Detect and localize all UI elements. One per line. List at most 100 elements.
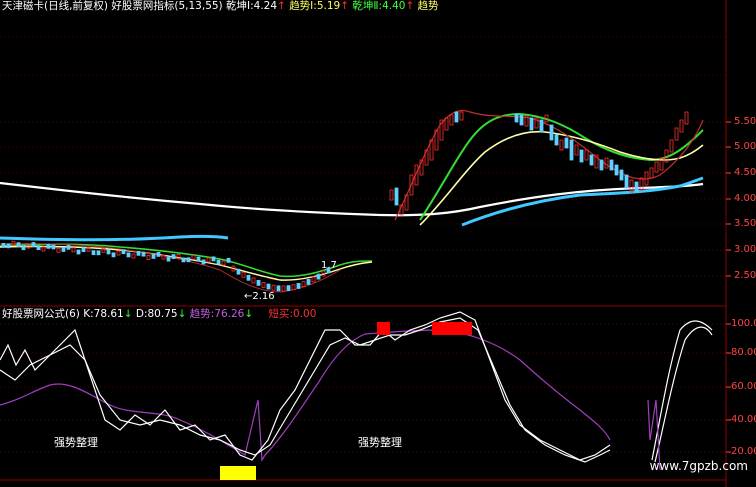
candle (171, 254, 176, 260)
candle (1, 243, 6, 248)
candle (529, 117, 534, 131)
candle (589, 154, 594, 166)
axis-label-450: 4.50 (734, 167, 756, 178)
candle (306, 279, 311, 285)
candle (81, 247, 86, 253)
t1-value: 5.19 (316, 0, 341, 12)
candle (654, 161, 659, 173)
candle (514, 113, 519, 123)
low-price-annotation: ←2.16 (244, 291, 275, 302)
ma-red-line-right (394, 109, 704, 221)
candle (21, 245, 26, 251)
candle (221, 260, 226, 266)
candle (96, 250, 101, 256)
candle (16, 242, 21, 248)
candle (619, 169, 624, 181)
axis-ticks (726, 121, 731, 453)
candle (444, 117, 449, 131)
k-value: 78.61 (93, 308, 124, 320)
candle (301, 281, 306, 288)
ma-green-line-right (419, 112, 704, 221)
candle (246, 274, 251, 281)
k-arrow: ↓ (123, 308, 133, 320)
candle (56, 247, 61, 253)
red-block-1 (377, 322, 390, 335)
candle (634, 181, 639, 193)
candle (31, 242, 36, 247)
red-block-2 (432, 322, 472, 335)
q2-value: 4.40 (382, 0, 406, 12)
candle (126, 252, 131, 258)
short-value: 0.00 (293, 308, 317, 320)
ma-cyan-line-left (0, 234, 229, 242)
sub-header: 好股票网公式(6) K:78.61↓ D:80.75↓ 趋势:76.26↓ 短买… (2, 308, 316, 321)
candle (311, 276, 316, 283)
axis-label-550: 5.50 (734, 116, 756, 127)
candle (684, 111, 689, 125)
candle (614, 164, 619, 176)
sub-axis-label-20: 20.00 (731, 446, 756, 457)
chart-canvas[interactable] (0, 0, 756, 487)
formula-name: 好股票网公式(6) (2, 308, 80, 320)
candle (559, 139, 564, 151)
short-label: 短买: (268, 308, 294, 320)
candle (394, 187, 399, 206)
candle (454, 111, 459, 123)
candle (236, 268, 241, 275)
candle (46, 243, 51, 249)
axis-label-500: 5.00 (734, 141, 756, 152)
t1-arrow: ↑ (340, 0, 350, 12)
watermark: www.7gpzb.com (649, 459, 748, 473)
ma-red-line-left (0, 243, 341, 293)
candle (151, 254, 156, 259)
candle (186, 257, 191, 263)
stock-title: 天津磁卡(日线,前复权) (2, 0, 109, 12)
sub-axis-label-80: 80.00 (731, 347, 756, 358)
t2-label: 趋势 (417, 0, 439, 12)
candle (564, 137, 569, 149)
candle (629, 179, 634, 193)
candle (584, 149, 589, 161)
candle (116, 250, 121, 256)
q2-label: 乾坤Ⅱ: (352, 0, 383, 12)
candle (51, 244, 56, 250)
candle (166, 256, 171, 262)
k-label: K: (83, 308, 94, 320)
candle (256, 279, 261, 286)
candle (609, 159, 614, 171)
yellow-block (220, 466, 256, 480)
trend-arrow: ↓ (244, 308, 254, 320)
candle (261, 282, 266, 288)
candle (76, 249, 81, 255)
q2-arrow: ↑ (405, 0, 415, 12)
candle (121, 249, 126, 255)
trend-label: 趋势: (189, 308, 215, 320)
d-value: 80.75 (147, 308, 178, 320)
candle (286, 285, 291, 292)
candle (599, 159, 604, 171)
candle (624, 174, 629, 189)
indicator-name: 好股票网指标(5,13,55) (111, 0, 223, 12)
candle (196, 256, 201, 262)
candle (36, 245, 41, 251)
candle (316, 273, 321, 280)
candle (131, 253, 136, 259)
candle (156, 251, 161, 257)
section-label-left: 强势整理 (54, 436, 98, 449)
t1-label: 趋势Ⅰ: (289, 0, 317, 12)
sub-axis-label-100: 100.0 (731, 318, 756, 329)
candle (206, 257, 211, 263)
axis-label-350: 3.50 (734, 218, 756, 229)
candle (181, 257, 186, 263)
section-label-right: 强势整理 (358, 436, 402, 449)
sub-axis-label-40: 40.00 (731, 414, 756, 425)
axis-label-400: 4.00 (734, 193, 756, 204)
candle (6, 243, 11, 249)
candle (549, 124, 554, 141)
candle (449, 114, 454, 126)
candle (674, 127, 679, 141)
trend-value: 76.26 (214, 308, 245, 320)
d-arrow: ↓ (177, 308, 187, 320)
candle (569, 139, 574, 161)
main-header: 天津磁卡(日线,前复权) 好股票网指标(5,13,55) 乾坤Ⅰ:4.24↑ 趋… (2, 0, 439, 13)
